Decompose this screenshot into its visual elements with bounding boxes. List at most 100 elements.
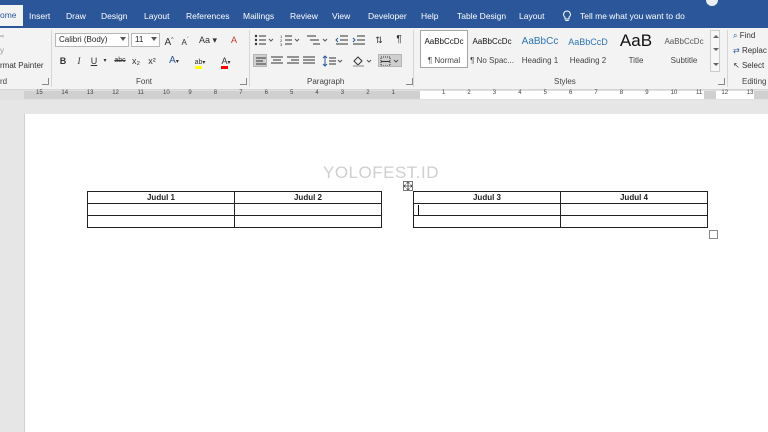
tab-mailings[interactable]: Mailings — [243, 7, 274, 28]
style-heading-1[interactable]: AaBbCc Heading 1 — [516, 30, 564, 68]
style-normal[interactable]: AaBbCcDc ¶ Normal — [420, 30, 468, 68]
tab-references[interactable]: References — [186, 7, 229, 28]
table-cell[interactable] — [413, 215, 561, 228]
superscript-button[interactable]: x² — [146, 55, 158, 67]
style-no-spacing[interactable]: AaBbCcDc ¶ No Spac... — [468, 30, 516, 68]
style-sample: AaBbCc — [521, 36, 559, 47]
align-right-icon[interactable] — [286, 55, 300, 67]
group-separator — [413, 30, 414, 87]
style-title[interactable]: AaB Title — [612, 30, 660, 68]
find-button[interactable]: ⌕ Find — [733, 31, 755, 41]
numbering-icon[interactable]: 123 — [280, 34, 300, 46]
more-styles-icon[interactable] — [713, 63, 719, 66]
highlight-button[interactable]: ab▾ — [190, 55, 210, 69]
font-size-select[interactable]: 11 — [131, 33, 160, 47]
multilevel-list-icon[interactable] — [306, 34, 328, 46]
justify-icon[interactable] — [302, 55, 316, 67]
ruler-number: 11 — [696, 90, 703, 96]
style-heading-2[interactable]: AaBbCcD Heading 2 — [564, 30, 612, 68]
select-button[interactable]: ↖ Select — [733, 61, 764, 70]
chevron-up-icon[interactable] — [713, 35, 719, 38]
document-workspace — [0, 100, 768, 432]
tab-table-layout[interactable]: Layout — [519, 7, 545, 28]
tab-insert[interactable]: Insert — [29, 7, 50, 28]
table-cell[interactable] — [560, 215, 708, 228]
shading-icon[interactable] — [352, 55, 374, 67]
table-cell[interactable] — [87, 215, 235, 228]
cut-button[interactable]: ✂ — [0, 32, 5, 41]
table-left[interactable]: Judul 1 Judul 2 — [87, 191, 382, 228]
tab-home[interactable]: ome — [0, 5, 23, 26]
format-painter-button[interactable]: rmat Painter — [0, 61, 44, 70]
align-center-icon[interactable] — [270, 55, 284, 67]
table-cell[interactable] — [234, 215, 382, 228]
table-cell[interactable] — [560, 203, 708, 216]
sort-icon[interactable]: ⇅ — [372, 34, 386, 46]
horizontal-ruler[interactable]: 15 14 13 12 11 10 9 8 7 6 5 4 3 2 1 1 2 3 4 5 6 7 8 9 10 11 12 13 — [0, 90, 768, 100]
increase-indent-icon[interactable] — [352, 34, 366, 46]
table-move-handle[interactable] — [403, 181, 413, 191]
table-right[interactable]: Judul 3 Judul 4 — [413, 191, 708, 228]
underline-button[interactable]: U — [88, 55, 100, 67]
lightbulb-icon — [563, 10, 571, 21]
bullets-icon[interactable] — [254, 34, 274, 46]
text-effects-button[interactable]: A▾ — [166, 55, 182, 68]
font-family-select[interactable]: Calibri (Body) — [55, 33, 129, 47]
table-cell[interactable] — [234, 203, 382, 216]
table-cell[interactable] — [87, 203, 235, 216]
copy-button[interactable]: y — [0, 46, 4, 55]
show-marks-icon[interactable]: ¶ — [393, 34, 405, 46]
ruler-number: 12 — [721, 90, 729, 96]
document-page[interactable] — [24, 114, 768, 432]
ruler-number: 6 — [264, 90, 268, 96]
table-row — [87, 215, 382, 228]
ruler-column-marker — [704, 91, 716, 99]
ruler-number: 9 — [188, 90, 192, 96]
grow-font-button[interactable]: A^ — [163, 34, 175, 49]
styles-gallery: AaBbCcDc ¶ Normal AaBbCcDc ¶ No Spac... … — [418, 30, 710, 72]
tab-design[interactable]: Design — [101, 7, 127, 28]
paragraph-launcher-icon[interactable] — [406, 78, 413, 85]
table-header-cell[interactable]: Judul 4 — [560, 191, 708, 204]
font-color-button[interactable]: A▾ — [216, 55, 236, 69]
decrease-indent-icon[interactable] — [335, 34, 349, 46]
underline-dropdown-icon[interactable]: ▾ — [101, 55, 109, 67]
tab-help[interactable]: Help — [421, 7, 438, 28]
borders-icon[interactable] — [378, 54, 402, 67]
clipboard-group-label: rd — [0, 77, 8, 86]
font-group-label: Font — [136, 77, 153, 86]
tab-view[interactable]: View — [332, 7, 350, 28]
table-header-cell[interactable]: Judul 2 — [234, 191, 382, 204]
text-effects-icon: A — [169, 55, 176, 66]
search-icon: ⌕ — [733, 31, 738, 40]
ruler-margin-area — [24, 91, 420, 99]
shrink-font-button[interactable]: Aˇ — [179, 34, 191, 49]
tab-draw[interactable]: Draw — [66, 7, 86, 28]
tab-layout[interactable]: Layout — [144, 7, 170, 28]
replace-button[interactable]: ⇄ Replac — [733, 46, 767, 55]
table-resize-handle[interactable] — [709, 230, 718, 239]
font-launcher-icon[interactable] — [240, 78, 247, 85]
clipboard-launcher-icon[interactable] — [42, 78, 49, 85]
table-header-cell[interactable]: Judul 3 — [413, 191, 561, 204]
line-spacing-icon[interactable] — [322, 55, 344, 67]
style-name: ¶ Normal — [427, 56, 461, 65]
italic-button[interactable]: I — [73, 55, 85, 67]
align-left-icon[interactable] — [253, 54, 267, 67]
subscript-button[interactable]: x₂ — [130, 55, 142, 67]
table-cell[interactable] — [413, 203, 561, 216]
strikethrough-button[interactable]: abc — [112, 55, 128, 67]
styles-launcher-icon[interactable] — [718, 78, 725, 85]
tab-developer[interactable]: Developer — [368, 7, 407, 28]
change-case-button[interactable]: Aa ▾ — [197, 34, 219, 46]
chevron-down-icon[interactable] — [713, 48, 719, 51]
styles-gallery-scroll[interactable] — [710, 30, 720, 72]
tab-table-design[interactable]: Table Design — [457, 7, 506, 28]
clear-formatting-button[interactable]: A — [228, 34, 240, 46]
table-header-cell[interactable]: Judul 1 — [87, 191, 235, 204]
account-icon[interactable] — [706, 0, 718, 6]
tab-review[interactable]: Review — [290, 7, 318, 28]
bold-button[interactable]: B — [57, 55, 69, 67]
ruler-number: 14 — [61, 90, 69, 96]
style-subtitle[interactable]: AaBbCcDc Subtitle — [660, 30, 708, 68]
